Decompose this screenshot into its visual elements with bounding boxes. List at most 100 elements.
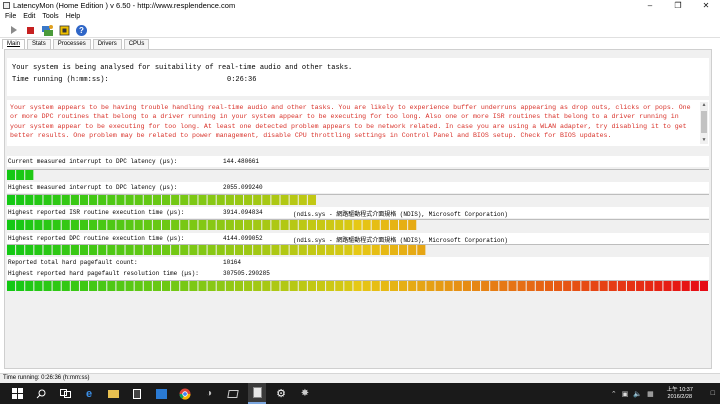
analysis-message: Your system is being analysed for suitab… <box>12 64 353 72</box>
latency-bar-segment <box>216 245 225 255</box>
latency-bar-segment <box>298 245 307 255</box>
conclusion-scrollbar[interactable]: ▲ ▼ <box>700 102 708 144</box>
latency-bar-segment <box>244 220 253 230</box>
menu-edit[interactable]: Edit <box>23 12 35 22</box>
latency-bar-segment <box>335 220 344 230</box>
tab-stats[interactable]: Stats <box>27 39 51 49</box>
tab-cpus[interactable]: CPUs <box>123 39 150 49</box>
stop-button[interactable] <box>23 24 38 37</box>
latency-bar-segment <box>70 195 79 205</box>
highest-latency-bar <box>7 194 709 206</box>
latency-bar-segment <box>134 195 143 205</box>
cleaner-app-button[interactable]: ✸ <box>296 383 314 404</box>
latency-bar-segment <box>189 220 198 230</box>
calculator-button[interactable] <box>128 383 146 404</box>
latency-bar-segment <box>234 220 244 230</box>
latency-bar-segment <box>89 220 98 230</box>
latency-bar-segment <box>289 245 298 255</box>
menu-file[interactable]: File <box>5 12 16 22</box>
latency-bar-segment <box>253 281 262 291</box>
menu-bar: File Edit Tools Help <box>0 12 720 22</box>
latency-bar-segment <box>408 220 417 230</box>
status-bar-text: Time running: 0:26:36 (h:mm:ss) <box>3 375 90 381</box>
volume-icon[interactable]: 🔈 <box>633 390 642 398</box>
scroll-up-icon[interactable]: ▲ <box>700 102 708 109</box>
latency-bar-segment <box>107 245 116 255</box>
latency-bar-segment <box>544 281 554 291</box>
dpc-value: 4144.099052 <box>223 235 263 242</box>
edge-button[interactable]: e <box>80 383 98 404</box>
file-explorer-button[interactable] <box>104 383 122 404</box>
task-view-button[interactable] <box>56 383 74 404</box>
latency-bar-segment <box>380 220 389 230</box>
latency-bar-segment <box>143 245 152 255</box>
conclusion-box[interactable]: Your system appears to be having trouble… <box>7 100 709 146</box>
latency-bar-segment <box>380 281 389 291</box>
latency-bar-segment <box>271 195 280 205</box>
help-button[interactable]: ? <box>74 24 89 37</box>
chrome-button[interactable] <box>176 383 194 404</box>
store-button[interactable] <box>152 383 170 404</box>
network-icon[interactable]: ▣ <box>622 390 629 398</box>
isr-value: 3914.094834 <box>223 209 263 216</box>
notification-icon[interactable]: □ <box>711 390 715 397</box>
latency-bar-segment <box>171 281 180 291</box>
latency-bar-segment <box>307 220 316 230</box>
latency-bar-segment <box>61 245 70 255</box>
latency-bar-segment <box>125 245 134 255</box>
latency-bar-segment <box>298 220 307 230</box>
scroll-thumb[interactable] <box>701 111 707 133</box>
dpc-label: Highest reported DPC routine execution t… <box>8 235 185 242</box>
tab-processes[interactable]: Processes <box>52 39 91 49</box>
time-running-label: Time running (h:mm:ss): <box>12 76 109 84</box>
pagefault-count-value: 10164 <box>223 259 242 266</box>
menu-tools[interactable]: Tools <box>42 12 58 22</box>
latency-bar-segment <box>116 281 125 291</box>
latency-bar-segment <box>70 245 79 255</box>
latency-bar-segment <box>298 281 307 291</box>
current-latency-label: Current measured interrupt to DPC latenc… <box>8 158 178 165</box>
tablet-app-button[interactable] <box>224 383 242 404</box>
latency-bar-segment <box>234 195 244 205</box>
close-button[interactable]: ✕ <box>692 0 720 12</box>
minimize-button[interactable]: – <box>636 0 664 12</box>
latency-bar-segment <box>435 281 444 291</box>
latency-bar-segment <box>280 245 289 255</box>
latency-bar-segment <box>307 281 316 291</box>
latency-bar-segment <box>362 281 371 291</box>
scroll-down-icon[interactable]: ▼ <box>700 137 708 144</box>
latency-bar-segment <box>16 195 25 205</box>
taskbar-clock[interactable]: 上午 10:37 2016/2/28 <box>659 387 701 401</box>
maximize-button[interactable]: ❐ <box>664 0 692 12</box>
edge-icon: e <box>85 387 93 400</box>
start-button[interactable] <box>6 24 21 37</box>
latency-bar-segment <box>362 220 371 230</box>
latency-bar-segment <box>107 220 116 230</box>
latency-bar-segment <box>16 220 25 230</box>
latency-bar-segment <box>43 220 52 230</box>
latencymon-taskbar-button[interactable] <box>248 383 266 404</box>
shield-app-button[interactable]: ◑ <box>200 383 218 404</box>
latency-bar-segment <box>70 281 79 291</box>
tab-main[interactable]: Main <box>2 39 26 49</box>
drivers-button[interactable] <box>40 24 55 37</box>
input-method-icon[interactable]: ▦ <box>647 390 654 398</box>
cpu-button[interactable] <box>57 24 72 37</box>
latency-bar-segment <box>207 281 216 291</box>
latency-bar-segment <box>216 195 225 205</box>
latency-bar-segment <box>462 281 471 291</box>
latency-bar-segment <box>89 281 98 291</box>
windows-start-button[interactable] <box>8 383 26 404</box>
title-bar: LatencyMon (Home Edition ) v 6.50 - http… <box>0 0 720 12</box>
menu-help[interactable]: Help <box>66 12 80 22</box>
conclusion-text: Your system appears to be having trouble… <box>10 104 691 139</box>
latency-bar-segment <box>79 220 89 230</box>
tablet-app-icon <box>227 389 239 398</box>
latency-bar-segment <box>125 281 134 291</box>
chevron-up-icon[interactable]: ⌃ <box>611 390 617 398</box>
settings-button[interactable]: ⚙ <box>272 383 290 404</box>
latency-bar-segment <box>134 281 143 291</box>
tab-drivers[interactable]: Drivers <box>92 39 122 49</box>
latency-bar-segment <box>307 245 316 255</box>
search-button[interactable] <box>32 383 50 404</box>
